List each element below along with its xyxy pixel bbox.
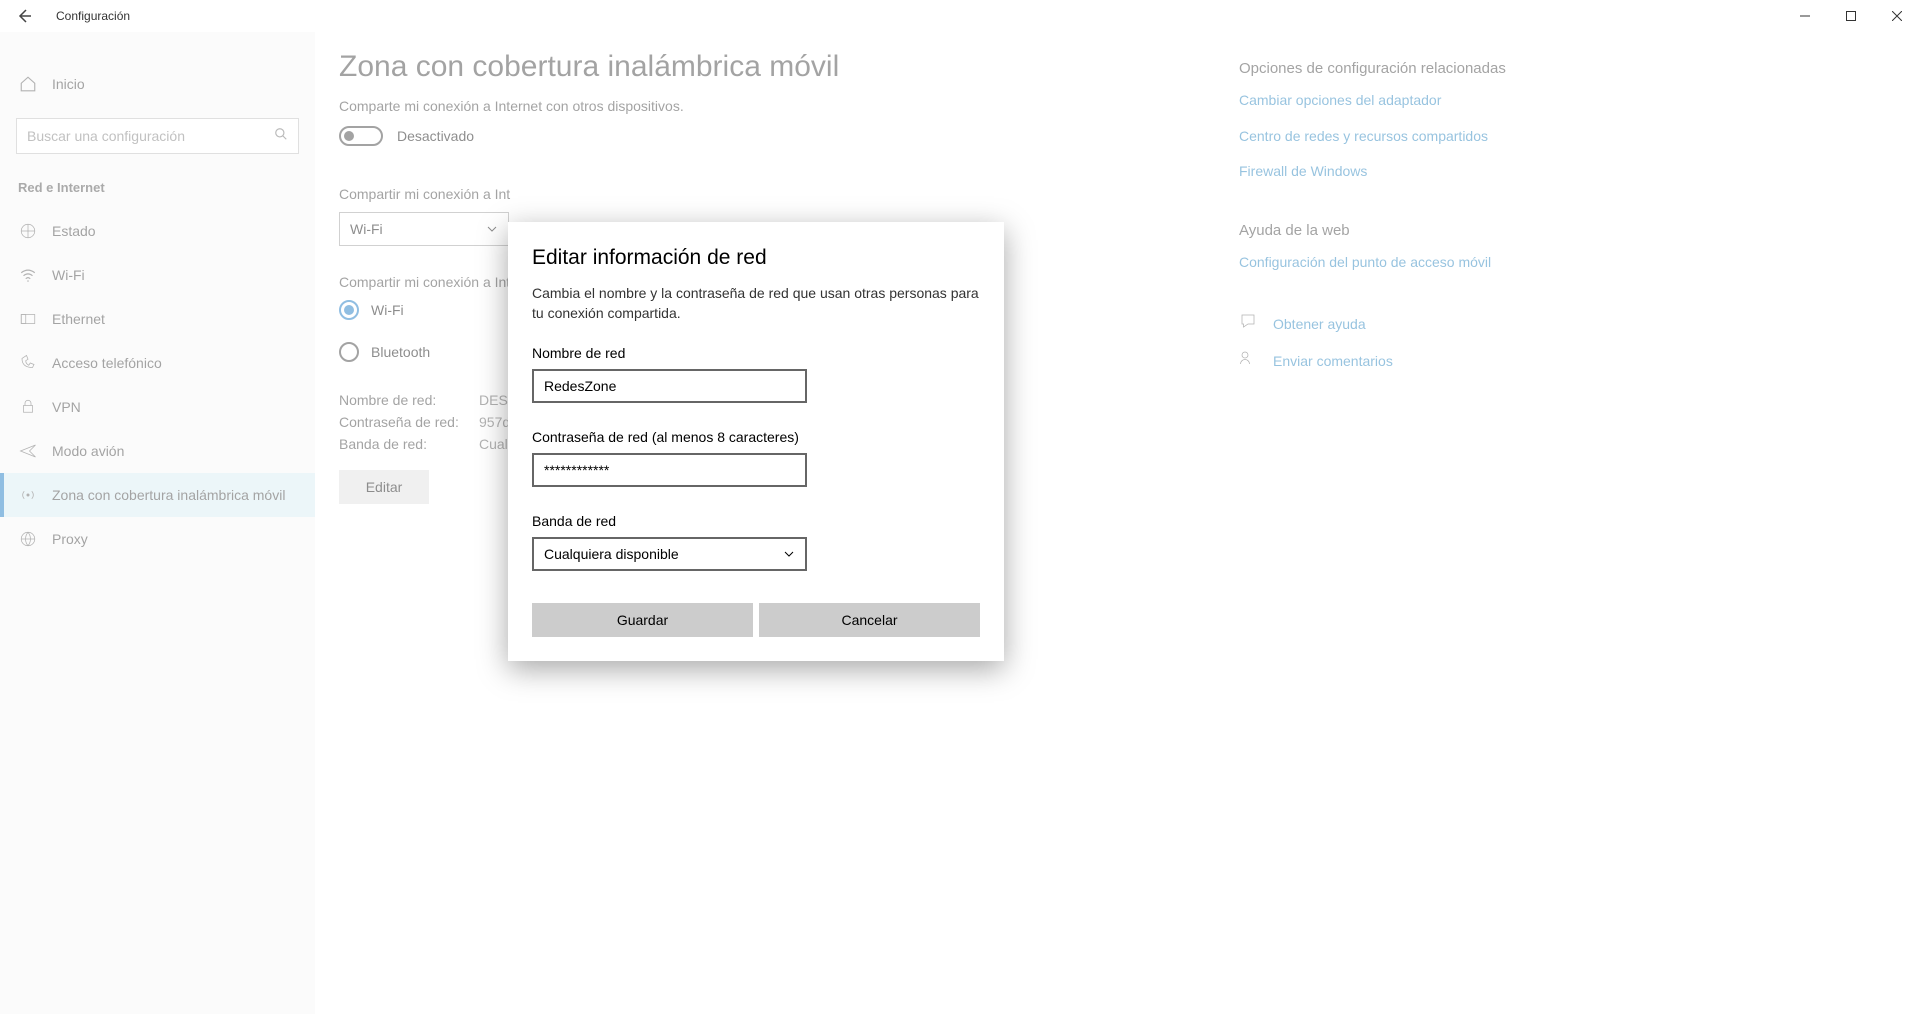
network-band-value: Cualquiera disponible: [544, 546, 679, 562]
network-password-label: Contraseña de red (al menos 8 caracteres…: [532, 429, 980, 445]
save-button[interactable]: Guardar: [532, 603, 753, 637]
modal-title: Editar información de red: [532, 246, 980, 270]
network-password-input[interactable]: [532, 453, 807, 487]
back-button[interactable]: [0, 8, 48, 24]
titlebar: Configuración: [0, 0, 1920, 32]
network-band-label: Banda de red: [532, 513, 980, 529]
modal-desc: Cambia el nombre y la contraseña de red …: [532, 284, 980, 323]
maximize-button[interactable]: [1828, 0, 1874, 32]
minimize-button[interactable]: [1782, 0, 1828, 32]
network-name-input[interactable]: [532, 369, 807, 403]
network-band-select[interactable]: Cualquiera disponible: [532, 537, 807, 571]
close-button[interactable]: [1874, 0, 1920, 32]
network-name-label: Nombre de red: [532, 345, 980, 361]
modal-overlay: Editar información de red Cambia el nomb…: [0, 32, 1920, 1014]
chevron-down-icon: [783, 548, 795, 560]
cancel-button[interactable]: Cancelar: [759, 603, 980, 637]
window-title: Configuración: [48, 9, 130, 23]
edit-network-modal: Editar información de red Cambia el nomb…: [508, 222, 1004, 661]
